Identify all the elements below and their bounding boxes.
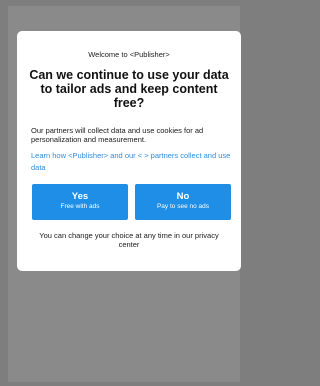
- welcome-text: Welcome to <Publisher>: [88, 50, 170, 59]
- no-button[interactable]: No Pay to see no ads: [135, 184, 231, 220]
- yes-button-sublabel: Free with ads: [60, 203, 100, 210]
- consent-dialog: Welcome to <Publisher> Can we continue t…: [17, 31, 241, 271]
- consent-description: Our partners will collect data and use c…: [31, 126, 204, 144]
- yes-button[interactable]: Yes Free with ads: [32, 184, 128, 220]
- dialog-headline: Can we continue to use your data to tail…: [29, 68, 229, 110]
- no-button-sublabel: Pay to see no ads: [156, 203, 210, 210]
- yes-button-label: Yes: [71, 191, 89, 202]
- privacy-center-note: You can change your choice at any time i…: [39, 231, 219, 249]
- learn-more-link[interactable]: Learn how <Publisher> and our < > partne…: [31, 150, 237, 174]
- no-button-label: No: [176, 191, 190, 202]
